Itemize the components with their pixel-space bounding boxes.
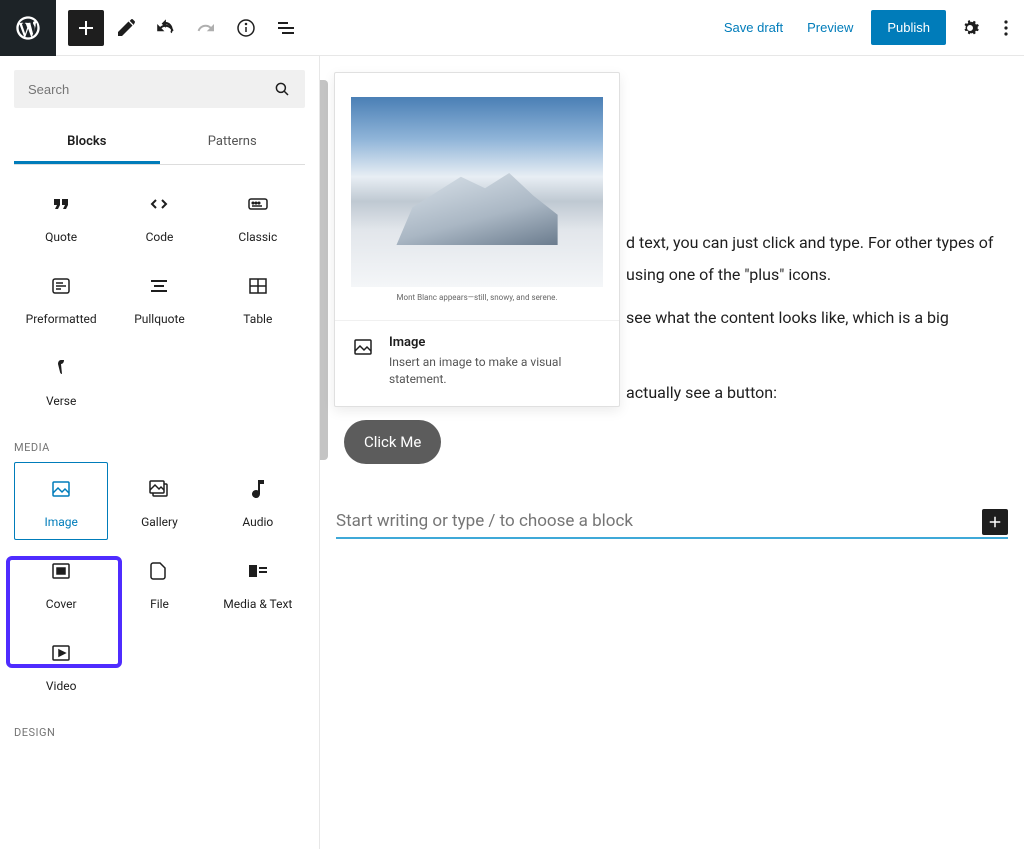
publish-button[interactable]: Publish xyxy=(871,10,946,45)
block-inserter-panel: Blocks Patterns Quote Code Classic Prefo… xyxy=(0,56,320,849)
classic-icon xyxy=(246,192,270,216)
inserter-tabs: Blocks Patterns xyxy=(14,122,305,165)
media-text-icon xyxy=(246,559,270,583)
save-draft-button[interactable]: Save draft xyxy=(712,12,795,43)
audio-icon xyxy=(246,477,270,501)
toolbar-left-group xyxy=(56,10,304,46)
new-block-appender[interactable]: Start writing or type / to choose a bloc… xyxy=(336,508,1008,539)
preview-caption: Mont Blanc appears—still, snowy, and ser… xyxy=(351,287,603,320)
info-button[interactable] xyxy=(228,10,264,46)
tab-blocks[interactable]: Blocks xyxy=(14,122,160,164)
redo-button[interactable] xyxy=(188,10,224,46)
outline-button[interactable] xyxy=(268,10,304,46)
settings-button[interactable] xyxy=(952,10,988,46)
image-icon xyxy=(49,477,73,501)
cover-icon xyxy=(49,559,73,583)
more-options-button[interactable] xyxy=(988,10,1024,46)
section-design-header: DESIGN xyxy=(14,714,305,747)
preview-title: Image xyxy=(389,335,603,350)
table-icon xyxy=(246,274,270,298)
block-image[interactable]: Image xyxy=(14,462,108,540)
tab-patterns[interactable]: Patterns xyxy=(160,122,306,164)
add-block-inline-button[interactable] xyxy=(982,509,1008,535)
image-icon xyxy=(351,335,375,359)
preview-description: Insert an image to make a visual stateme… xyxy=(389,354,603,388)
verse-icon xyxy=(49,356,73,380)
new-block-placeholder[interactable]: Start writing or type / to choose a bloc… xyxy=(336,508,982,535)
block-gallery[interactable]: Gallery xyxy=(112,462,206,540)
block-search[interactable] xyxy=(14,70,305,108)
block-pullquote[interactable]: Pullquote xyxy=(112,259,206,337)
block-quote[interactable]: Quote xyxy=(14,177,108,255)
scrollbar-indicator[interactable] xyxy=(320,80,328,460)
gallery-icon xyxy=(147,477,171,501)
block-media-text[interactable]: Media & Text xyxy=(211,544,305,622)
section-media-header: MEDIA xyxy=(14,429,305,462)
preview-image xyxy=(351,97,603,287)
preview-button[interactable]: Preview xyxy=(795,12,865,43)
block-audio[interactable]: Audio xyxy=(211,462,305,540)
video-icon xyxy=(49,641,73,665)
block-search-input[interactable] xyxy=(28,82,273,97)
block-video[interactable]: Video xyxy=(14,626,108,704)
preformatted-icon xyxy=(49,274,73,298)
block-classic[interactable]: Classic xyxy=(211,177,305,255)
wordpress-logo[interactable] xyxy=(0,0,56,56)
edit-mode-button[interactable] xyxy=(108,10,144,46)
media-blocks-grid: Image Gallery Audio Cover File Media & T… xyxy=(14,462,305,704)
code-icon xyxy=(147,192,171,216)
file-icon xyxy=(147,559,171,583)
quote-icon xyxy=(49,192,73,216)
editor-canvas[interactable]: Mont Blanc appears—still, snowy, and ser… xyxy=(320,56,1024,849)
block-preview-popover: Mont Blanc appears—still, snowy, and ser… xyxy=(334,72,620,407)
block-file[interactable]: File xyxy=(112,544,206,622)
undo-button[interactable] xyxy=(148,10,184,46)
clickme-button[interactable]: Click Me xyxy=(344,420,441,464)
top-toolbar: Save draft Preview Publish xyxy=(0,0,1024,56)
block-cover[interactable]: Cover xyxy=(14,544,108,622)
block-verse[interactable]: Verse xyxy=(14,341,108,419)
block-code[interactable]: Code xyxy=(112,177,206,255)
add-block-button[interactable] xyxy=(68,10,104,46)
search-icon xyxy=(273,80,291,98)
block-preformatted[interactable]: Preformatted xyxy=(14,259,108,337)
text-blocks-grid: Quote Code Classic Preformatted Pullquot… xyxy=(14,177,305,419)
block-table[interactable]: Table xyxy=(211,259,305,337)
pullquote-icon xyxy=(147,274,171,298)
